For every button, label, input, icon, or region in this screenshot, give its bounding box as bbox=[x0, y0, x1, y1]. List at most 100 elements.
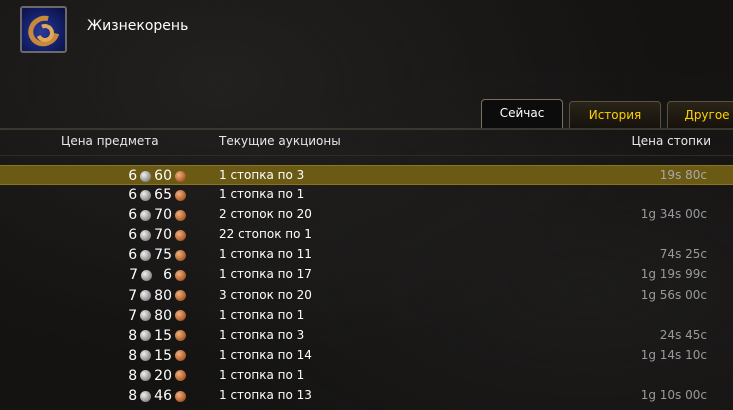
copper-amount: 46 bbox=[154, 388, 172, 405]
silver-amount: 7 bbox=[128, 307, 138, 324]
copper-coin-icon bbox=[175, 290, 186, 302]
auction-row[interactable]: 6 65 1 стопка по 1 bbox=[0, 185, 733, 205]
auction-row[interactable]: 6 70 2 стопок по 20 1g 34s 00c bbox=[0, 205, 733, 225]
copper-coin-icon bbox=[175, 170, 186, 182]
item-name: Жизнекорень bbox=[87, 18, 189, 34]
auction-row[interactable]: 8 46 1 стопка по 13 1g 10s 00c bbox=[0, 386, 733, 406]
silver-amount: 6 bbox=[128, 168, 138, 184]
auction-count: 1 стопка по 11 bbox=[219, 247, 312, 262]
silver-coin-icon bbox=[140, 390, 152, 402]
copper-amount: 65 bbox=[154, 187, 172, 204]
auction-count: 1 стопка по 1 bbox=[219, 307, 305, 322]
auction-row[interactable]: 6 60 1 стопка по 3 19s 80c bbox=[0, 165, 733, 186]
auction-count: 22 стопок по 1 bbox=[219, 227, 312, 242]
copper-coin-icon bbox=[175, 310, 186, 322]
header-divider bbox=[0, 155, 733, 156]
copper-coin-icon bbox=[175, 330, 186, 342]
column-header-auctions[interactable]: Текущие аукционы bbox=[219, 134, 341, 148]
silver-coin-icon bbox=[140, 229, 152, 241]
copper-amount: 20 bbox=[154, 367, 172, 384]
auction-row[interactable]: 7 80 1 стопка по 1 bbox=[0, 306, 733, 326]
copper-amount: 80 bbox=[154, 287, 172, 304]
unit-price: 6 70 bbox=[128, 206, 186, 224]
unit-price: 8 20 bbox=[128, 367, 186, 385]
unit-price: 7 80 bbox=[128, 307, 186, 325]
auction-row[interactable]: 8 20 1 стопка по 1 bbox=[0, 366, 733, 386]
unit-price: 8 15 bbox=[128, 327, 186, 345]
unit-price: 6 70 bbox=[128, 226, 186, 244]
silver-amount: 8 bbox=[128, 347, 138, 364]
copper-amount: 60 bbox=[154, 168, 172, 184]
silver-coin-icon bbox=[140, 189, 152, 201]
auction-count: 1 стопка по 13 bbox=[219, 388, 312, 403]
silver-coin-icon bbox=[140, 249, 152, 261]
silver-coin-icon bbox=[140, 330, 152, 342]
tab-other[interactable]: Другое bbox=[667, 101, 733, 128]
auction-count: 1 стопка по 1 bbox=[219, 187, 305, 202]
unit-price: 6 65 bbox=[128, 186, 186, 204]
copper-amount: 70 bbox=[154, 227, 172, 244]
silver-amount: 8 bbox=[128, 367, 138, 384]
silver-amount: 6 bbox=[128, 187, 138, 204]
silver-amount: 8 bbox=[128, 388, 138, 405]
stack-price: 1g 10s 00c bbox=[640, 388, 707, 403]
auction-row[interactable]: 6 75 1 стопка по 11 74s 25c bbox=[0, 245, 733, 265]
liferoot-icon[interactable] bbox=[20, 6, 67, 53]
stack-price: 74s 25c bbox=[659, 247, 707, 262]
silver-amount: 6 bbox=[128, 207, 138, 224]
tab-now[interactable]: Сейчас bbox=[481, 99, 563, 129]
auction-count: 1 стопка по 3 bbox=[219, 168, 305, 182]
silver-coin-icon bbox=[140, 370, 152, 382]
auction-row[interactable]: 6 70 22 стопок по 1 bbox=[0, 225, 733, 245]
stack-price: 24s 45c bbox=[659, 327, 707, 342]
auction-count: 2 стопок по 20 bbox=[219, 207, 312, 222]
silver-amount: 7 bbox=[129, 267, 138, 284]
copper-coin-icon bbox=[175, 189, 186, 201]
silver-amount: 6 bbox=[128, 247, 138, 264]
stack-price: 19s 80c bbox=[659, 168, 707, 182]
unit-price: 6 60 bbox=[128, 167, 186, 185]
unit-price: 8 46 bbox=[128, 387, 186, 405]
stack-price: 1g 34s 00c bbox=[640, 207, 707, 222]
silver-coin-icon bbox=[140, 209, 152, 221]
auction-row[interactable]: 8 15 1 стопка по 3 24s 45c bbox=[0, 326, 733, 346]
column-header-stack-price[interactable]: Цена стопки bbox=[631, 134, 711, 148]
stack-price: 1g 56s 00c bbox=[640, 287, 707, 302]
tab-history[interactable]: История bbox=[569, 101, 661, 128]
auction-row[interactable]: 7 80 3 стопок по 20 1g 56s 00c bbox=[0, 286, 733, 306]
copper-coin-icon bbox=[175, 249, 186, 261]
stack-price: 1g 14s 10c bbox=[640, 347, 707, 362]
copper-amount: 15 bbox=[154, 327, 172, 344]
copper-amount: 70 bbox=[154, 207, 172, 224]
copper-coin-icon bbox=[175, 269, 186, 281]
unit-price: 7 80 bbox=[128, 287, 186, 305]
silver-coin-icon bbox=[140, 310, 152, 322]
silver-coin-icon bbox=[140, 350, 152, 362]
unit-price: 6 75 bbox=[128, 246, 186, 264]
silver-amount: 8 bbox=[128, 327, 138, 344]
auction-count: 1 стопка по 17 bbox=[219, 267, 312, 282]
stack-price: 1g 19s 99c bbox=[640, 267, 707, 282]
auction-row[interactable]: 761 стопка по 17 1g 19s 99c bbox=[0, 265, 733, 285]
auction-row[interactable]: 8 15 1 стопка по 14 1g 14s 10c bbox=[0, 346, 733, 366]
auction-count: 1 стопка по 3 bbox=[219, 327, 305, 342]
copper-amount: 6 bbox=[163, 267, 172, 284]
column-header-price[interactable]: Цена предмета bbox=[61, 134, 159, 148]
auction-count: 1 стопка по 14 bbox=[219, 347, 312, 362]
unit-price: 76 bbox=[129, 266, 186, 284]
copper-coin-icon bbox=[175, 370, 186, 382]
copper-coin-icon bbox=[175, 209, 186, 221]
copper-amount: 80 bbox=[154, 307, 172, 324]
silver-amount: 7 bbox=[128, 287, 138, 304]
copper-coin-icon bbox=[175, 229, 186, 241]
silver-coin-icon bbox=[140, 290, 152, 302]
silver-amount: 6 bbox=[128, 227, 138, 244]
silver-coin-icon bbox=[141, 269, 152, 281]
copper-coin-icon bbox=[175, 390, 186, 402]
auction-count: 3 стопок по 20 bbox=[219, 287, 312, 302]
copper-amount: 15 bbox=[154, 347, 172, 364]
unit-price: 8 15 bbox=[128, 347, 186, 365]
copper-amount: 75 bbox=[154, 247, 172, 264]
silver-coin-icon bbox=[140, 170, 152, 182]
auction-list: 6 60 1 стопка по 3 19s 80c 6 65 1 стопка по 16… bbox=[0, 165, 733, 406]
